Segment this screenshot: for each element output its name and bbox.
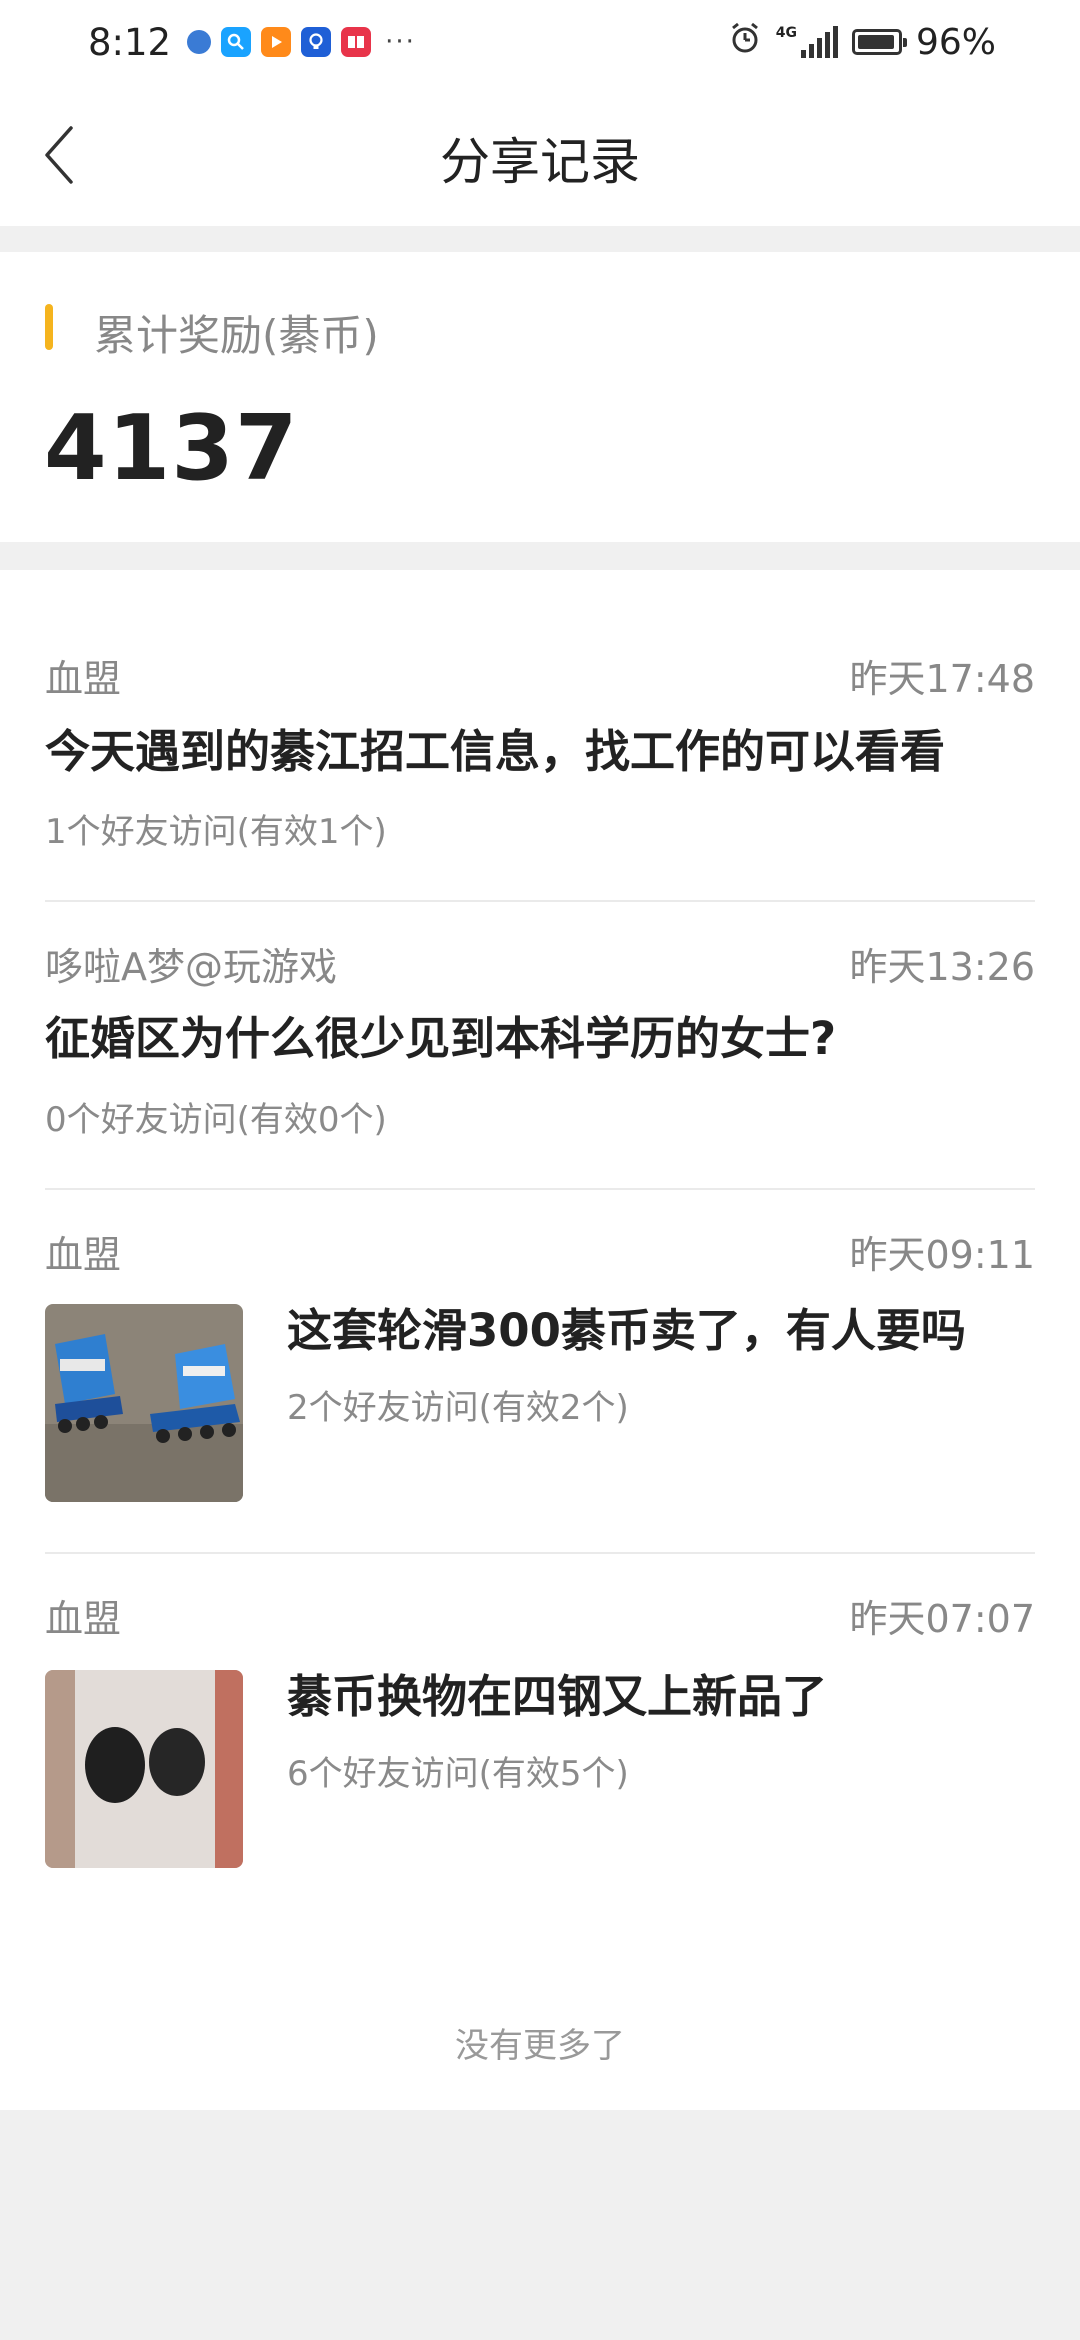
battery-percent: 96% xyxy=(915,21,996,63)
reward-total-label: 累计奖励(綦币) xyxy=(94,311,379,360)
more-notifications: ··· xyxy=(385,27,416,57)
signal-indicator: 4G xyxy=(776,26,838,58)
page-title: 分享记录 xyxy=(440,133,640,191)
record-author: 血盟 xyxy=(45,1597,122,1641)
share-record-list: 血盟 昨天17:48 今天遇到的綦江招工信息，找工作的可以看看 1个好友访问(有… xyxy=(0,570,1080,2110)
book-icon xyxy=(341,27,372,57)
record-time: 昨天17:48 xyxy=(849,657,1035,701)
no-more-footer: 没有更多了 xyxy=(455,2026,625,2066)
record-title: 綦币换物在四钢又上新品了 xyxy=(287,1670,828,1723)
reward-summary-card: 累计奖励(綦币) 4137 xyxy=(0,252,1080,542)
record-visit-stat: 2个好友访问(有效2个) xyxy=(287,1388,629,1428)
record-author: 哆啦A梦@玩游戏 xyxy=(45,945,337,989)
nav-bar: 分享记录 xyxy=(0,84,1080,226)
share-record-item[interactable]: 哆啦A梦@玩游戏 昨天13:26 征婚区为什么很少见到本科学历的女士? 0个好友… xyxy=(45,902,1035,1190)
signal-bars-icon xyxy=(800,26,838,58)
search-icon xyxy=(221,27,252,57)
record-thumbnail-skates xyxy=(45,1304,243,1502)
record-author: 血盟 xyxy=(45,1233,122,1277)
reward-total-value: 4137 xyxy=(44,396,299,501)
record-title: 今天遇到的綦江招工信息，找工作的可以看看 xyxy=(45,725,946,778)
battery-icon xyxy=(851,29,907,55)
network-type: 4G xyxy=(775,25,797,41)
status-time: 8:12 xyxy=(88,20,172,64)
record-title: 这套轮滑300綦币卖了，有人要吗 xyxy=(287,1304,966,1357)
browser-icon xyxy=(187,30,212,54)
record-author: 血盟 xyxy=(45,657,122,701)
record-visit-stat: 1个好友访问(有效1个) xyxy=(45,812,387,852)
bulb-icon xyxy=(301,27,332,57)
share-record-item[interactable]: 血盟 昨天17:48 今天遇到的綦江招工信息，找工作的可以看看 1个好友访问(有… xyxy=(45,570,1035,858)
record-thumbnail-product xyxy=(45,1670,243,1868)
record-time: 昨天09:11 xyxy=(849,1233,1035,1277)
alarm-icon xyxy=(728,21,762,64)
share-record-item[interactable]: 血盟 昨天07:07 綦币换物在四钢又上新品了 6个好友访问(有效5个) xyxy=(45,1554,1035,1884)
record-time: 昨天07:07 xyxy=(849,1597,1035,1641)
record-title: 征婚区为什么很少见到本科学历的女士? xyxy=(45,1012,837,1065)
status-bar-right: 4G 96% xyxy=(728,21,996,64)
accent-bar xyxy=(45,304,53,350)
status-bar: 8:12 ··· 4G 96% xyxy=(0,0,1080,84)
record-visit-stat: 0个好友访问(有效0个) xyxy=(45,1100,387,1140)
share-record-item[interactable]: 血盟 昨天09:11 这套轮滑300綦币卖了，有人要吗 2个好友访问(有效2个) xyxy=(45,1190,1035,1520)
record-time: 昨天13:26 xyxy=(849,945,1035,989)
record-visit-stat: 6个好友访问(有效5个) xyxy=(287,1754,629,1794)
video-icon xyxy=(261,27,292,57)
status-bar-left: 8:12 ··· xyxy=(88,21,416,64)
